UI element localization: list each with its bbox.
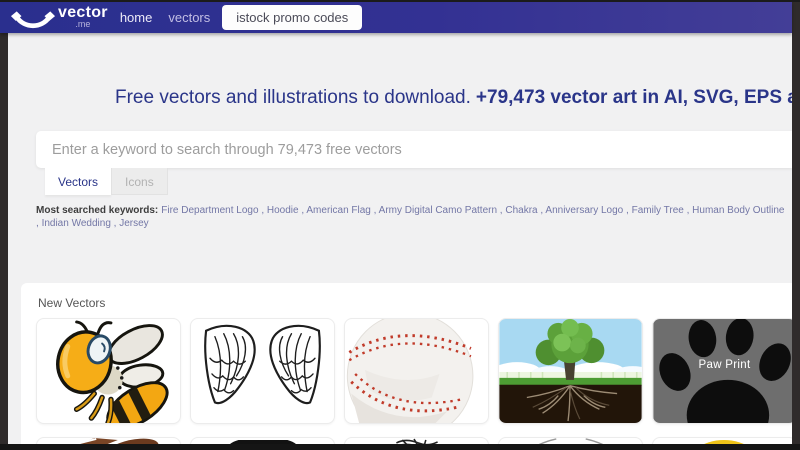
keywords-label: Most searched keywords: xyxy=(36,205,159,216)
keyword-link[interactable]: Anniversary Logo xyxy=(545,205,631,216)
nav-item-vectors[interactable]: vectors xyxy=(168,10,210,25)
frame-top-edge xyxy=(0,0,800,2)
keyword-link[interactable]: Hoodie xyxy=(267,205,307,216)
page-body: Free vectors and illustrations to downlo… xyxy=(8,33,792,444)
baseball-image xyxy=(346,319,474,423)
keyword-link[interactable]: American Flag xyxy=(306,205,378,216)
thumbnail-sketch-drawing[interactable] xyxy=(344,437,489,444)
logo-swoosh-icon xyxy=(10,11,56,29)
hero-title-regular: Free vectors and illustrations to downlo… xyxy=(115,87,471,108)
thumbnail-paw-print[interactable]: Paw Print xyxy=(652,318,792,424)
thumbnail-baseball[interactable] xyxy=(344,318,489,424)
screenshot-frame: vector .me home vectors istock promo cod… xyxy=(0,0,800,450)
istock-promo-codes-button[interactable]: istock promo codes xyxy=(222,5,363,30)
keyword-link[interactable]: Army Digital Camo Pattern xyxy=(379,205,506,216)
search-input[interactable] xyxy=(36,131,792,168)
search-tabs: Vectors Icons xyxy=(45,168,168,195)
navbar: vector .me home vectors istock promo cod… xyxy=(0,2,792,33)
keyword-link[interactable]: Jersey xyxy=(119,218,148,229)
hero-title-bold: +79,473 vector art in AI, SVG, EPS a xyxy=(475,87,792,108)
keyword-link[interactable]: Family Tree xyxy=(632,205,693,216)
thumbnail-outline-wings[interactable] xyxy=(498,437,643,444)
cartoon-bee-image xyxy=(56,320,169,423)
paw-print-image xyxy=(653,319,792,423)
paw-print-label: Paw Print xyxy=(698,359,751,371)
search-bar xyxy=(36,131,792,168)
keyword-link[interactable]: Fire Department Logo xyxy=(161,205,267,216)
nav-item-home[interactable]: home xyxy=(120,10,153,25)
keyword-link[interactable]: Chakra xyxy=(505,205,545,216)
thumbnail-tree-with-roots[interactable] xyxy=(498,318,643,424)
tab-vectors[interactable]: Vectors xyxy=(45,168,112,195)
sketched-wings-image xyxy=(204,324,321,405)
section-heading: New Vectors xyxy=(38,296,106,310)
keyword-link[interactable]: Indian Wedding xyxy=(42,218,120,229)
thumbnail-row-2 xyxy=(36,437,792,444)
logo[interactable]: vector .me xyxy=(10,5,108,30)
tree-with-roots-image xyxy=(499,319,642,423)
thumbnail-crest-emblem[interactable] xyxy=(652,437,792,444)
frame-bottom-edge xyxy=(0,444,800,450)
most-searched-keywords: Most searched keywords: Fire Department L… xyxy=(36,204,786,230)
thumbnail-cartoon-bee[interactable] xyxy=(36,318,181,424)
logo-wordmark: vector .me xyxy=(58,5,108,29)
thumbnail-sketched-wings[interactable] xyxy=(190,318,335,424)
thumbnail-row-1: Paw Print xyxy=(36,318,792,424)
new-vectors-panel: New Vectors Paw Print xyxy=(21,283,792,444)
logo-tld: .me xyxy=(75,19,91,29)
hero-title: Free vectors and illustrations to downlo… xyxy=(115,87,792,109)
thumbnail-black-record[interactable] xyxy=(190,437,335,444)
tab-icons[interactable]: Icons xyxy=(111,168,168,195)
thumbnail-football[interactable] xyxy=(36,437,181,444)
